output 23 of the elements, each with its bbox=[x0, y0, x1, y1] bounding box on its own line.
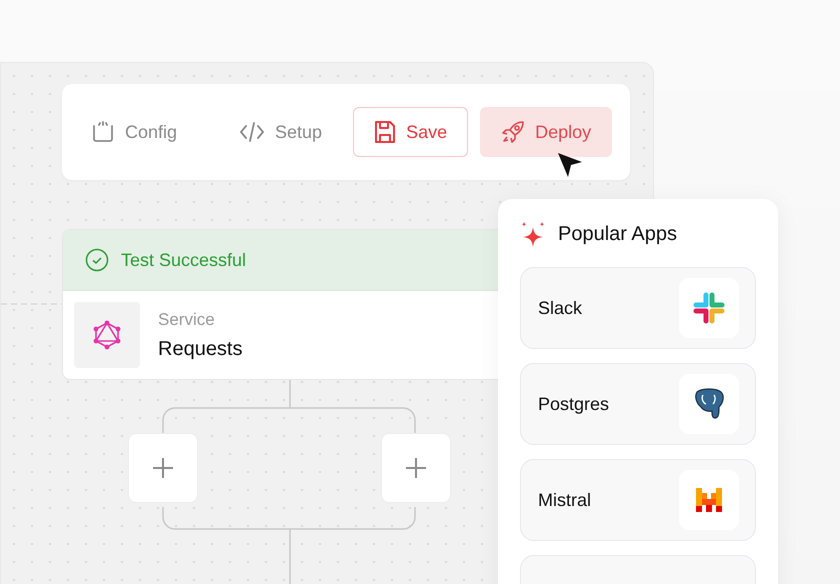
add-step-button[interactable] bbox=[381, 433, 451, 503]
check-circle-icon bbox=[85, 248, 109, 272]
sparkles-icon bbox=[520, 221, 546, 247]
node-type: Service bbox=[158, 310, 216, 330]
app-card[interactable]: Postgres bbox=[520, 363, 756, 445]
elephant-logo bbox=[692, 387, 726, 421]
code-icon bbox=[239, 121, 266, 143]
graph-hexagon-icon bbox=[92, 320, 122, 350]
mouse-pointer-icon bbox=[557, 152, 583, 178]
plus-icon bbox=[404, 456, 428, 480]
node-name: Requests bbox=[158, 338, 242, 360]
bracket-frame-icon bbox=[91, 120, 115, 144]
service-node-card[interactable]: Test Successful Service Requests bbox=[62, 229, 499, 380]
plus-icon bbox=[151, 456, 175, 480]
rocket-icon bbox=[501, 120, 526, 144]
panel-title: Popular Apps bbox=[558, 222, 677, 246]
app-card[interactable]: Mistral bbox=[520, 459, 756, 541]
hashtag-logo bbox=[693, 292, 725, 324]
status-text: Test Successful bbox=[121, 250, 246, 270]
toolbar-button[interactable]: Save bbox=[353, 107, 468, 157]
add-step-button[interactable] bbox=[128, 433, 198, 503]
pixel-m-logo bbox=[696, 488, 722, 512]
app-card[interactable]: Slack bbox=[520, 267, 756, 349]
